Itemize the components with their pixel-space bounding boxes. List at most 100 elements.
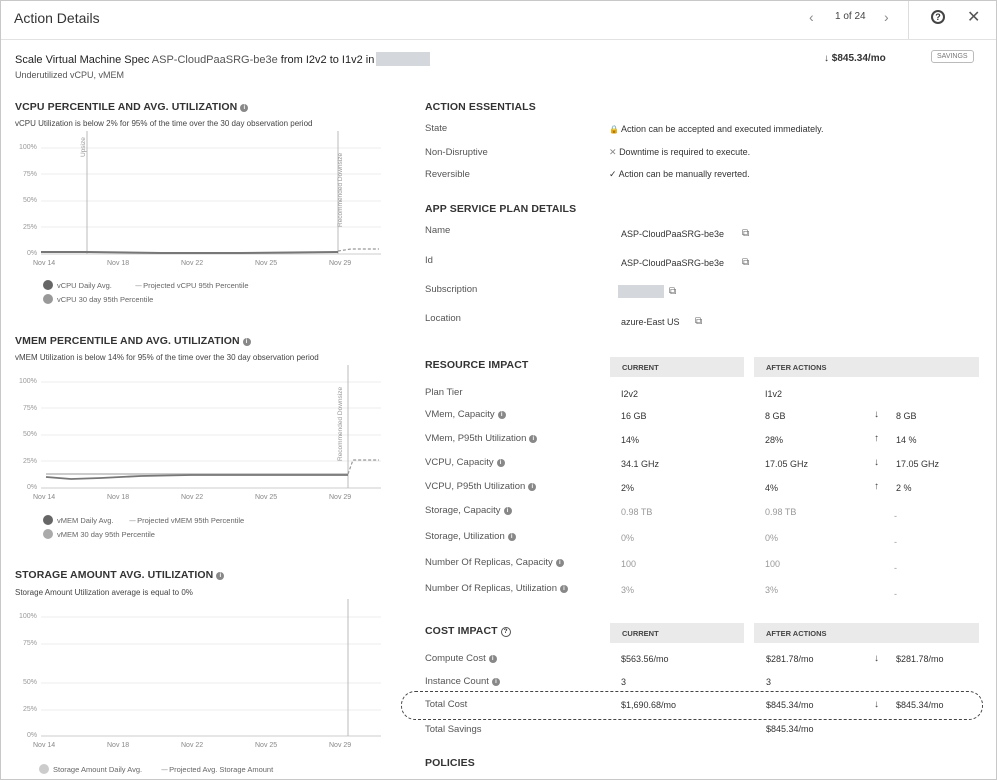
policies-heading: POLICIES xyxy=(425,757,475,769)
info-icon[interactable]: i xyxy=(242,338,251,346)
app-plan-heading: APP SERVICE PLAN DETAILS xyxy=(425,203,577,215)
plan-id-label: Id xyxy=(425,255,433,266)
previous-action-button[interactable]: ‹ xyxy=(809,9,814,25)
redacted-subscription xyxy=(618,285,664,298)
info-icon[interactable]: i xyxy=(216,572,225,580)
x-tick: Nov 22 xyxy=(181,494,204,501)
row-label: VMem, Capacity i xyxy=(425,409,506,420)
info-icon[interactable]: i xyxy=(240,104,249,112)
row-label-text: VCPU, P95th Utilization xyxy=(425,481,526,492)
legend-item[interactable]: vCPU 30 day 95th Percentile xyxy=(43,294,153,304)
after-value: 0% xyxy=(765,533,779,543)
storage-chart-heading-text: STORAGE AMOUNT AVG. UTILIZATION xyxy=(15,569,214,581)
info-icon[interactable]: i xyxy=(529,435,538,443)
location-value: azure-East US xyxy=(621,317,680,327)
row-label-text: VMem, P95th Utilization xyxy=(425,433,527,444)
upsize-marker-label: Upsize xyxy=(80,137,87,157)
after-actions-column-header: AFTER ACTIONS xyxy=(754,623,979,643)
essentials-label: Reversible xyxy=(425,169,470,180)
close-icon[interactable]: ✕ xyxy=(967,7,980,27)
legend-item[interactable]: vMEM 30 day 95th Percentile xyxy=(43,529,155,539)
legend-item[interactable]: Storage Amount Daily Avg. xyxy=(39,764,142,774)
current-value: 100 xyxy=(621,559,637,569)
next-action-button[interactable]: › xyxy=(884,9,889,25)
row-label: Compute Cost i xyxy=(425,653,497,664)
copy-icon[interactable]: ⧉ xyxy=(742,228,749,239)
legend-item[interactable]: ---- Projected vCPU 95th Percentile xyxy=(135,281,249,290)
legend-swatch xyxy=(43,294,53,304)
y-tick: 25% xyxy=(23,458,38,465)
delta-value: 17.05 GHz xyxy=(896,459,940,469)
x-tick: Nov 29 xyxy=(329,260,352,267)
legend-swatch xyxy=(39,764,49,774)
row-label-text: Number Of Replicas, Utilization xyxy=(425,583,557,594)
legend-item[interactable]: vCPU Daily Avg. xyxy=(43,280,112,290)
current-value: 3 xyxy=(621,677,627,687)
info-icon[interactable]: i xyxy=(488,655,497,663)
vcpu-chart-subtitle: vCPU Utilization is below 2% for 95% of … xyxy=(15,119,313,128)
current-column-header: CURRENT xyxy=(610,623,744,643)
after-value: 3 xyxy=(766,677,772,687)
info-icon[interactable]: i xyxy=(528,483,537,491)
action-subtitle: Underutilized vCPU, vMEM xyxy=(15,70,125,80)
vcpu-chart-heading-text: VCPU PERCENTILE AND AVG. UTILIZATION xyxy=(15,101,238,113)
copy-icon[interactable]: ⧉ xyxy=(695,316,702,327)
legend-item[interactable]: ---- Projected Avg. Storage Amount xyxy=(161,765,273,774)
current-value: 34.1 GHz xyxy=(621,459,660,469)
y-tick: 100% xyxy=(19,378,37,385)
info-icon[interactable]: i xyxy=(491,678,500,686)
info-icon[interactable]: i xyxy=(496,459,505,467)
check-icon: ✓ xyxy=(609,169,617,179)
storage-chart-heading: STORAGE AMOUNT AVG. UTILIZATION i xyxy=(15,569,225,581)
action-resource-name: ASP-CloudPaaSRG-be3e xyxy=(151,54,278,66)
row-label: Storage, Utilization i xyxy=(425,531,516,542)
savings-badge: SAVINGS xyxy=(931,50,974,63)
row-label-text: Storage, Capacity xyxy=(425,505,501,516)
cost-impact-heading: COST IMPACT ? xyxy=(425,625,511,637)
plan-name-value: ASP-CloudPaaSRG-be3e xyxy=(621,229,725,239)
row-label: Number Of Replicas, Utilization i xyxy=(425,583,568,594)
y-tick: 50% xyxy=(23,679,38,686)
help-icon[interactable]: ? xyxy=(931,10,945,24)
y-tick: 75% xyxy=(23,171,38,178)
current-value: 2% xyxy=(621,483,635,493)
info-icon[interactable]: i xyxy=(503,507,512,515)
legend-label: vMEM 30 day 95th Percentile xyxy=(57,530,155,539)
legend-item[interactable]: ---- Projected vMEM 95th Percentile xyxy=(129,516,244,525)
x-tick: Nov 18 xyxy=(107,260,130,267)
info-icon[interactable]: i xyxy=(560,585,568,593)
after-value: 4% xyxy=(765,483,779,493)
after-value: 0.98 TB xyxy=(765,507,797,517)
legend-item[interactable]: vMEM Daily Avg. xyxy=(43,515,114,525)
current-value: I2v2 xyxy=(621,389,639,399)
info-icon[interactable]: i xyxy=(507,533,516,541)
info-icon[interactable]: i xyxy=(497,411,506,419)
copy-icon[interactable]: ⧉ xyxy=(669,286,676,297)
after-value: I1v2 xyxy=(765,389,783,399)
panel-title: Action Details xyxy=(14,10,100,26)
y-tick: 0% xyxy=(27,484,38,491)
action-title: Scale Virtual Machine Spec ASP-CloudPaaS… xyxy=(15,52,431,66)
delta-value: $281.78/mo xyxy=(896,654,944,664)
delta-value: 8 GB xyxy=(896,411,917,421)
after-value: 8 GB xyxy=(765,411,786,421)
x-tick: Nov 25 xyxy=(255,260,278,267)
legend-label: vCPU 30 day 95th Percentile xyxy=(57,295,154,304)
x-tick: Nov 22 xyxy=(181,742,204,749)
x-tick: Nov 25 xyxy=(255,742,278,749)
legend-swatch xyxy=(43,529,53,539)
location-label: Location xyxy=(425,313,461,324)
plan-id-value: ASP-CloudPaaSRG-be3e xyxy=(621,258,725,268)
row-label-text: VCPU, Capacity xyxy=(425,457,494,468)
pager-text: 1 of 24 xyxy=(835,11,866,22)
vmem-chart-heading-text: VMEM PERCENTILE AND AVG. UTILIZATION xyxy=(15,335,240,347)
y-tick: 50% xyxy=(23,431,38,438)
redacted-region xyxy=(376,52,431,66)
reversible-text: Action can be manually reverted. xyxy=(618,169,750,179)
row-label: VCPU, Capacity i xyxy=(425,457,505,468)
info-icon[interactable]: i xyxy=(555,559,564,567)
copy-icon[interactable]: ⧉ xyxy=(742,257,749,268)
x-tick: Nov 14 xyxy=(33,742,56,749)
downsize-marker-label: Recommended Downsize xyxy=(337,386,344,461)
help-icon[interactable]: ? xyxy=(500,627,511,637)
